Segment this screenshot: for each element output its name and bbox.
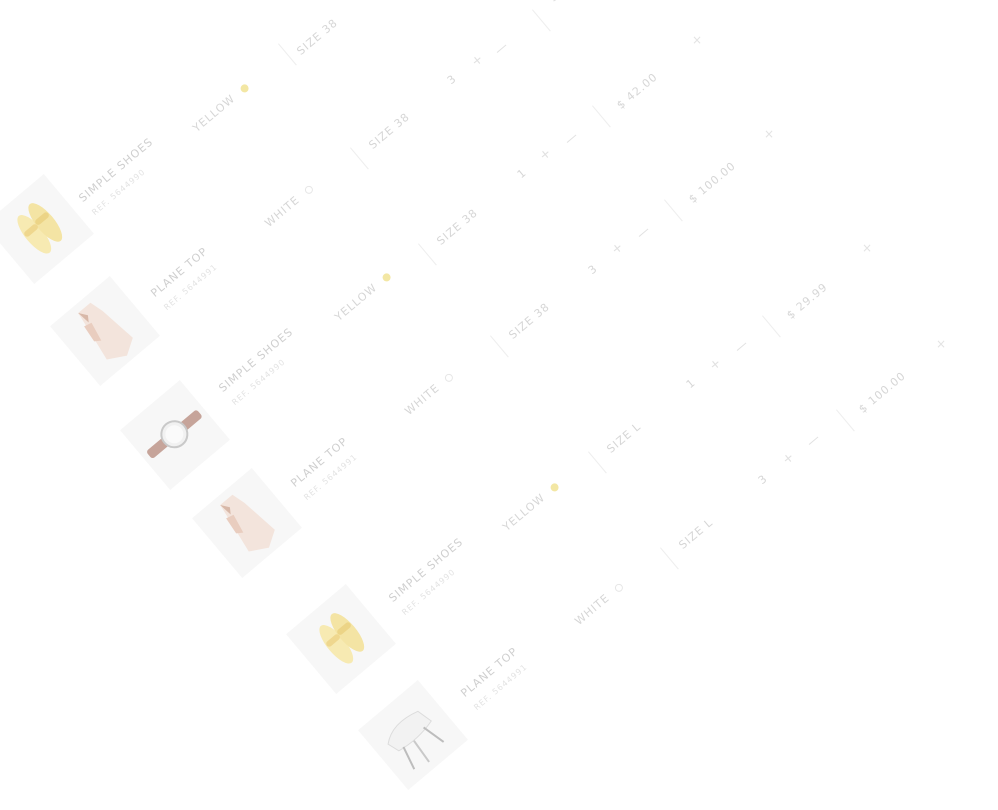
row-divider [660,547,679,570]
increase-quantity-button[interactable]: + [707,355,726,374]
color-selector[interactable]: WHITE [402,371,455,418]
increase-quantity-button[interactable]: + [537,145,556,164]
top-garment-icon [78,302,133,360]
item-price: $ 42.00 [614,70,661,112]
item-price: $ 100.00 [686,159,739,206]
increase-quantity-button[interactable]: + [469,51,488,70]
size-selector[interactable]: SIZE L [676,516,715,552]
color-selector[interactable]: WHITE [262,183,315,230]
color-label: YELLOW [190,91,238,135]
color-swatch [381,271,393,283]
product-image [192,468,302,578]
row-divider [532,9,551,32]
color-swatch [443,372,455,384]
color-swatch [303,184,315,196]
color-label: WHITE [402,381,443,418]
sandals-icon [319,613,365,664]
watch-icon [147,410,202,459]
chair-icon [387,710,445,770]
color-label: YELLOW [500,490,548,534]
decrease-quantity-button[interactable]: — [634,222,654,242]
quantity-value[interactable]: 1 [515,166,529,181]
size-selector[interactable]: SIZE 38 [366,110,412,152]
product-image [358,680,468,790]
product-image [286,584,396,694]
color-swatch [613,582,625,594]
product-image [50,276,160,386]
row-divider [490,335,509,358]
row-divider [592,105,611,128]
quantity-value[interactable]: 1 [684,376,698,391]
row-divider [762,315,781,338]
size-selector[interactable]: SIZE 38 [434,206,480,248]
row-divider [418,243,437,266]
row-divider [350,147,369,170]
quantity-value[interactable]: 3 [586,262,600,277]
color-label: YELLOW [332,280,380,324]
item-price: $ 100.00 [856,369,909,416]
row-divider [664,199,683,222]
size-selector[interactable]: SIZE 38 [506,300,552,342]
partial-quantity-text: 3 [547,0,561,4]
remove-item-button[interactable]: × [862,242,873,254]
color-selector[interactable]: WHITE [572,581,625,628]
size-selector[interactable]: SIZE L [604,420,643,456]
color-label: WHITE [262,193,303,230]
color-swatch [239,82,251,94]
quantity-value[interactable]: 3 [445,72,459,87]
decrease-quantity-button[interactable]: — [732,336,752,356]
color-selector[interactable]: YELLOW [332,270,393,324]
increase-quantity-button[interactable]: + [609,239,628,258]
top-garment-icon [220,494,275,552]
decrease-quantity-button[interactable]: — [804,430,824,450]
color-swatch [549,481,561,493]
remove-item-button[interactable]: × [936,338,947,350]
product-image [120,380,230,490]
size-selector[interactable]: SIZE 38 [294,16,340,58]
remove-item-button[interactable]: × [764,128,775,140]
decrease-quantity-button[interactable]: — [562,128,582,148]
increase-quantity-button[interactable]: + [780,449,799,468]
row-divider [836,409,855,432]
decrease-quantity-button[interactable]: — [492,38,512,58]
item-price: $ 29.99 [784,280,831,322]
color-selector[interactable]: YELLOW [190,81,251,135]
quantity-value[interactable]: 3 [756,472,770,487]
color-label: WHITE [572,591,613,628]
remove-item-button[interactable]: × [692,34,703,46]
cart-stage: 3 SIMPLE SHOES REF. 5644990 YELLOW SIZE … [0,0,998,810]
color-selector[interactable]: YELLOW [500,480,561,534]
row-divider [588,451,607,474]
